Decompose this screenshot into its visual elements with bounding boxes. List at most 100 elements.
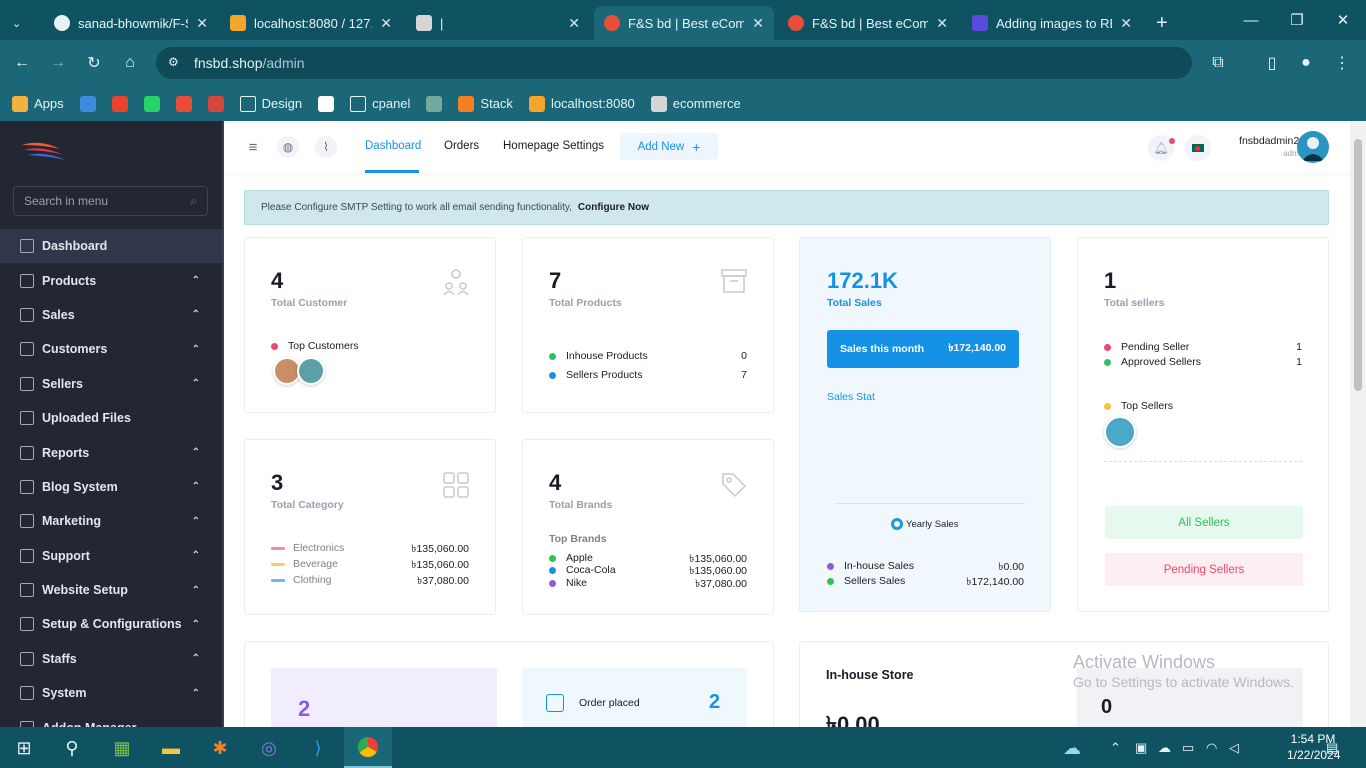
pending-sellers-button[interactable]: Pending Sellers — [1105, 553, 1303, 586]
sidebar-item-setup-configurations[interactable]: Setup & Configurations ⌃ — [0, 607, 222, 641]
bookmark-item[interactable] — [207, 95, 224, 112]
minimize-button[interactable]: — — [1228, 0, 1274, 40]
sidebar-item-support[interactable]: Support ⌃ — [0, 539, 222, 573]
brands-count: 4 — [549, 470, 562, 495]
camera-icon[interactable]: ▣ — [1135, 740, 1147, 756]
nav-homepage-settings[interactable]: Homepage Settings — [503, 140, 604, 152]
browser-tab-5[interactable]: F&S bd | Best eComm ✕ — [778, 6, 958, 40]
bookmark-item[interactable] — [318, 95, 335, 112]
notepad-icon[interactable]: ▦ — [110, 736, 134, 760]
close-icon[interactable]: ✕ — [936, 15, 948, 32]
user-name[interactable]: fnsbdadmin24 — [1225, 135, 1305, 147]
nav-orders[interactable]: Orders — [444, 140, 479, 152]
configure-now-link[interactable]: Configure Now — [578, 202, 649, 213]
customer-avatar[interactable] — [297, 357, 325, 385]
bookmark-item[interactable] — [426, 95, 443, 112]
search-icon[interactable]: ⚲ — [60, 736, 84, 760]
sidebar-item-sellers[interactable]: Sellers ⌃ — [0, 367, 222, 401]
scrollbar-thumb[interactable] — [1354, 139, 1362, 391]
bookmark-item[interactable] — [111, 95, 128, 112]
new-tab-button[interactable]: + — [1146, 6, 1180, 40]
weather-icon[interactable]: ☁ — [1060, 736, 1084, 760]
browser-tab-2[interactable]: localhost:8080 / 127.0 ✕ — [220, 6, 402, 40]
back-icon[interactable]: ← — [10, 51, 34, 75]
bookmark-item[interactable]: Apps — [12, 95, 64, 112]
side-panel-icon[interactable]: ▯ — [1260, 51, 1284, 75]
sidebar-item-reports[interactable]: Reports ⌃ — [0, 435, 222, 469]
bookmark-item[interactable]: ecommerce — [650, 95, 741, 112]
sellers-count: 1 — [1104, 268, 1117, 293]
sidebar-item-sales[interactable]: Sales ⌃ — [0, 298, 222, 332]
bookmark-item[interactable] — [175, 95, 192, 112]
battery-icon[interactable]: ▭ — [1182, 740, 1194, 756]
bookmark-item[interactable]: cpanel — [350, 95, 410, 112]
vscode-icon[interactable]: ⟩ — [306, 736, 330, 760]
extensions-icon[interactable]: ⧉ — [1206, 51, 1230, 75]
forward-icon[interactable]: → — [46, 51, 70, 75]
browser-tab-6[interactable]: Adding images to RE ✕ — [962, 6, 1142, 40]
bookmark-item[interactable] — [143, 95, 160, 112]
sidebar-item-website-setup[interactable]: Website Setup ⌃ — [0, 573, 222, 607]
close-window-button[interactable]: ✕ — [1320, 0, 1366, 40]
phpmyadmin-icon — [230, 15, 246, 31]
close-icon[interactable]: ✕ — [752, 15, 764, 32]
chrome-icon[interactable] — [344, 727, 392, 768]
reload-icon[interactable]: ↻ — [82, 51, 106, 75]
bookmark-item[interactable] — [79, 95, 96, 112]
volume-icon[interactable]: ◁ — [1229, 740, 1239, 756]
sidebar-item-system[interactable]: System ⌃ — [0, 676, 222, 710]
sidebar-item-blog-system[interactable]: Blog System ⌃ — [0, 470, 222, 504]
close-icon[interactable]: ✕ — [1120, 15, 1132, 32]
browser-tab-1[interactable]: sanad-bhowmik/F-Sb✕ — [44, 6, 218, 40]
sidebar-item-customers[interactable]: Customers ⌃ — [0, 332, 222, 366]
sidebar-item-marketing[interactable]: Marketing ⌃ — [0, 504, 222, 538]
close-icon[interactable]: ✕ — [568, 15, 580, 32]
viber-icon[interactable]: ◎ — [257, 736, 281, 760]
sidebar-search-input[interactable]: Search in menu ⌕ — [13, 186, 208, 216]
top-sellers-heading: Top Sellers — [1104, 400, 1173, 412]
brands-card: 4 Total Brands Top Brands Apple ৳135,060… — [522, 439, 774, 615]
site-info-icon[interactable]: ⚙ — [168, 55, 179, 69]
chevron-up-icon: ⌃ — [191, 309, 200, 321]
tab-search-button[interactable]: ⌄ — [0, 6, 42, 40]
brand-value-nike: ৳37,080.00 — [695, 578, 747, 590]
wifi-icon[interactable]: ◠ — [1206, 740, 1217, 756]
sidebar-item-addon-manager[interactable]: Addon Manager — [0, 710, 222, 727]
brand-logo[interactable] — [20, 139, 66, 161]
page-scrollbar[interactable] — [1350, 121, 1366, 727]
chart-legend[interactable]: Yearly Sales — [891, 518, 958, 530]
hamburger-icon[interactable]: ≡ — [242, 136, 264, 158]
notifications-icon[interactable]: ▤ — [1326, 740, 1338, 756]
home-icon[interactable]: ⌂ — [118, 51, 142, 75]
tray-up-icon[interactable]: ⌃ — [1110, 740, 1121, 756]
user-avatar[interactable] — [1297, 131, 1329, 163]
close-icon[interactable]: ✕ — [196, 15, 208, 32]
language-flag-icon[interactable] — [1185, 135, 1211, 161]
browser-tab-3[interactable]: | ✕ — [406, 6, 590, 40]
sidebar-item-products[interactable]: Products ⌃ — [0, 263, 222, 297]
profile-icon[interactable]: ● — [1294, 51, 1318, 75]
all-sellers-button[interactable]: All Sellers — [1105, 506, 1303, 539]
url-bar[interactable]: ⚙ fnsbd.shop/admin — [156, 47, 1192, 79]
bookmark-favicon-icon — [111, 95, 128, 112]
sidebar-item-staffs[interactable]: Staffs ⌃ — [0, 642, 222, 676]
menu-dots-icon[interactable]: ⋮ — [1330, 51, 1354, 75]
sidebar-item-dashboard[interactable]: Dashboard — [0, 229, 222, 264]
bookmark-item[interactable]: localhost:8080 — [528, 95, 635, 112]
clear-cache-icon[interactable]: ⌇ — [315, 136, 337, 158]
globe-icon[interactable]: ◍ — [277, 136, 299, 158]
seller-avatar[interactable] — [1104, 416, 1136, 448]
close-icon[interactable]: ✕ — [380, 15, 392, 32]
add-new-button[interactable]: Add New + — [620, 133, 718, 160]
bookmark-item[interactable]: Stack — [458, 95, 513, 112]
onedrive-icon[interactable]: ☁ — [1158, 740, 1171, 756]
smtp-alert: Please Configure SMTP Setting to work al… — [244, 190, 1329, 225]
file-explorer-icon[interactable]: ▬ — [159, 736, 183, 760]
maximize-button[interactable]: ❐ — [1274, 0, 1320, 40]
browser-tab-4-active[interactable]: F&S bd | Best eComm ✕ — [594, 6, 774, 40]
windows-start-icon[interactable]: ⊞ — [12, 736, 36, 760]
bookmark-item[interactable]: Design — [239, 95, 302, 112]
xampp-icon[interactable]: ✱ — [208, 736, 232, 760]
sidebar-item-uploaded-files[interactable]: Uploaded Files — [0, 401, 222, 435]
nav-dashboard[interactable]: Dashboard — [365, 140, 421, 152]
